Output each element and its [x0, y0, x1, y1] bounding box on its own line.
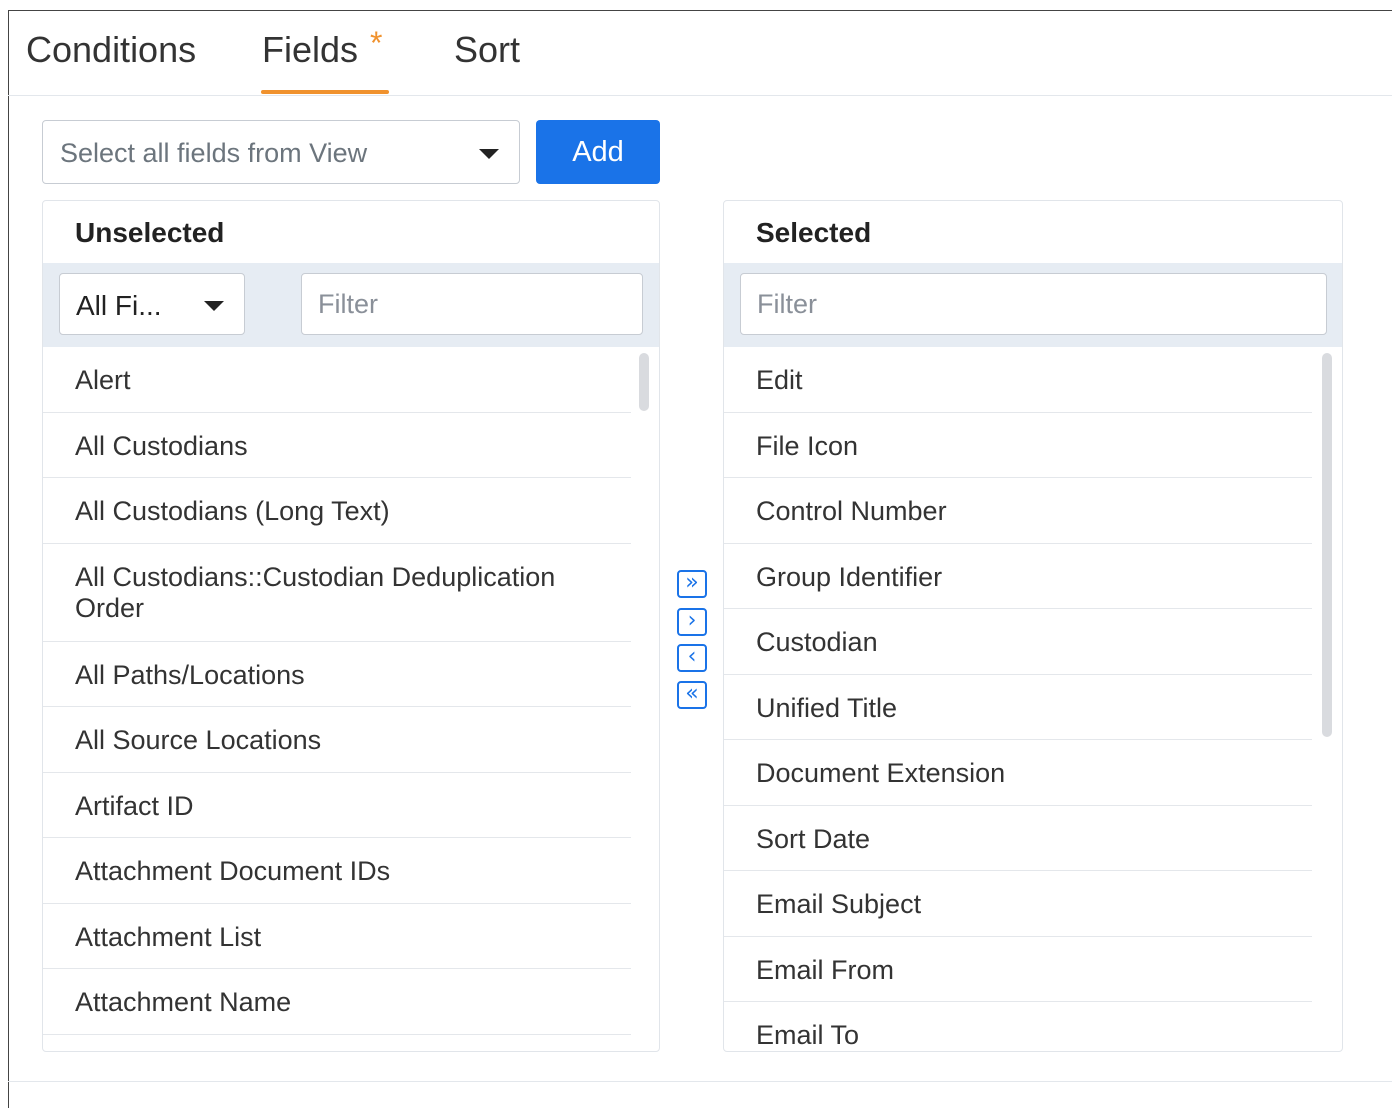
unselected-filter-bar: All Fi...	[43, 263, 659, 347]
unselected-panel: Unselected All Fi... Alert All Custodian…	[42, 200, 660, 1052]
tab-sort-label: Sort	[454, 29, 521, 70]
tab-fields-label: Fields	[262, 29, 359, 70]
selected-filter-bar	[724, 263, 1342, 347]
list-item[interactable]: Attachment Document IDs	[43, 838, 631, 904]
scrollbar-thumb[interactable]	[1322, 353, 1332, 737]
field-type-select[interactable]: All Fi...	[59, 273, 245, 335]
tab-fields[interactable]: Fields *	[262, 27, 382, 70]
list-item[interactable]: All Custodians::Custodian Deduplication …	[43, 544, 631, 642]
list-item[interactable]: All Custodians (Long Text)	[43, 478, 631, 544]
remove-all-button[interactable]: «	[677, 681, 707, 709]
selected-filter-input[interactable]	[740, 273, 1327, 335]
chevron-down-icon	[204, 301, 224, 311]
selected-title: Selected	[756, 217, 872, 248]
list-item[interactable]: Sort Date	[724, 806, 1312, 871]
list-item[interactable]: Alert	[43, 347, 631, 413]
tab-sort[interactable]: Sort	[454, 32, 520, 68]
tab-conditions[interactable]: Conditions	[26, 32, 196, 68]
list-item[interactable]: Email Subject	[724, 871, 1312, 937]
list-item[interactable]: Artifact ID	[43, 773, 631, 838]
view-select-dropdown[interactable]: Select all fields from View	[42, 120, 520, 184]
tab-bar: Conditions Fields * Sort	[8, 10, 1392, 96]
footer-divider	[8, 1081, 1392, 1082]
view-select-placeholder: Select all fields from View	[60, 138, 368, 168]
list-item[interactable]: All Source Locations	[43, 707, 631, 773]
list-item[interactable]: Email To	[724, 1002, 1312, 1051]
list-item[interactable]: All Paths/Locations	[43, 642, 631, 707]
list-item[interactable]: Group Identifier	[724, 544, 1312, 609]
list-item[interactable]: Unified Title	[724, 675, 1312, 740]
list-item[interactable]: File Icon	[724, 413, 1312, 478]
list-item[interactable]: Email From	[724, 937, 1312, 1002]
selected-list: Edit File Icon Control Number Group Iden…	[724, 347, 1312, 1051]
scrollbar-thumb[interactable]	[639, 353, 649, 411]
field-type-select-value: All Fi...	[76, 290, 162, 321]
add-all-button[interactable]: »	[677, 570, 707, 598]
list-item[interactable]: Custodian	[724, 609, 1312, 675]
list-item[interactable]: Document Extension	[724, 740, 1312, 806]
add-selected-button[interactable]: ›	[677, 608, 707, 636]
tab-conditions-label: Conditions	[26, 29, 197, 70]
list-item[interactable]: Edit	[724, 347, 1312, 413]
list-item[interactable]: Attachment List	[43, 904, 631, 969]
unselected-list: Alert All Custodians All Custodians (Lon…	[43, 347, 631, 1035]
list-item[interactable]: All Custodians	[43, 413, 631, 478]
unselected-title: Unselected	[75, 217, 225, 248]
selected-panel: Selected Edit File Icon Control Number G…	[723, 200, 1343, 1052]
chevron-down-icon	[479, 149, 499, 159]
required-marker: *	[370, 25, 383, 61]
list-item[interactable]: Attachment Name	[43, 969, 631, 1035]
list-item[interactable]: Control Number	[724, 478, 1312, 544]
add-button[interactable]: Add	[536, 120, 660, 184]
unselected-filter-input[interactable]	[301, 273, 643, 335]
active-tab-indicator	[261, 90, 389, 94]
remove-selected-button[interactable]: ‹	[677, 644, 707, 672]
